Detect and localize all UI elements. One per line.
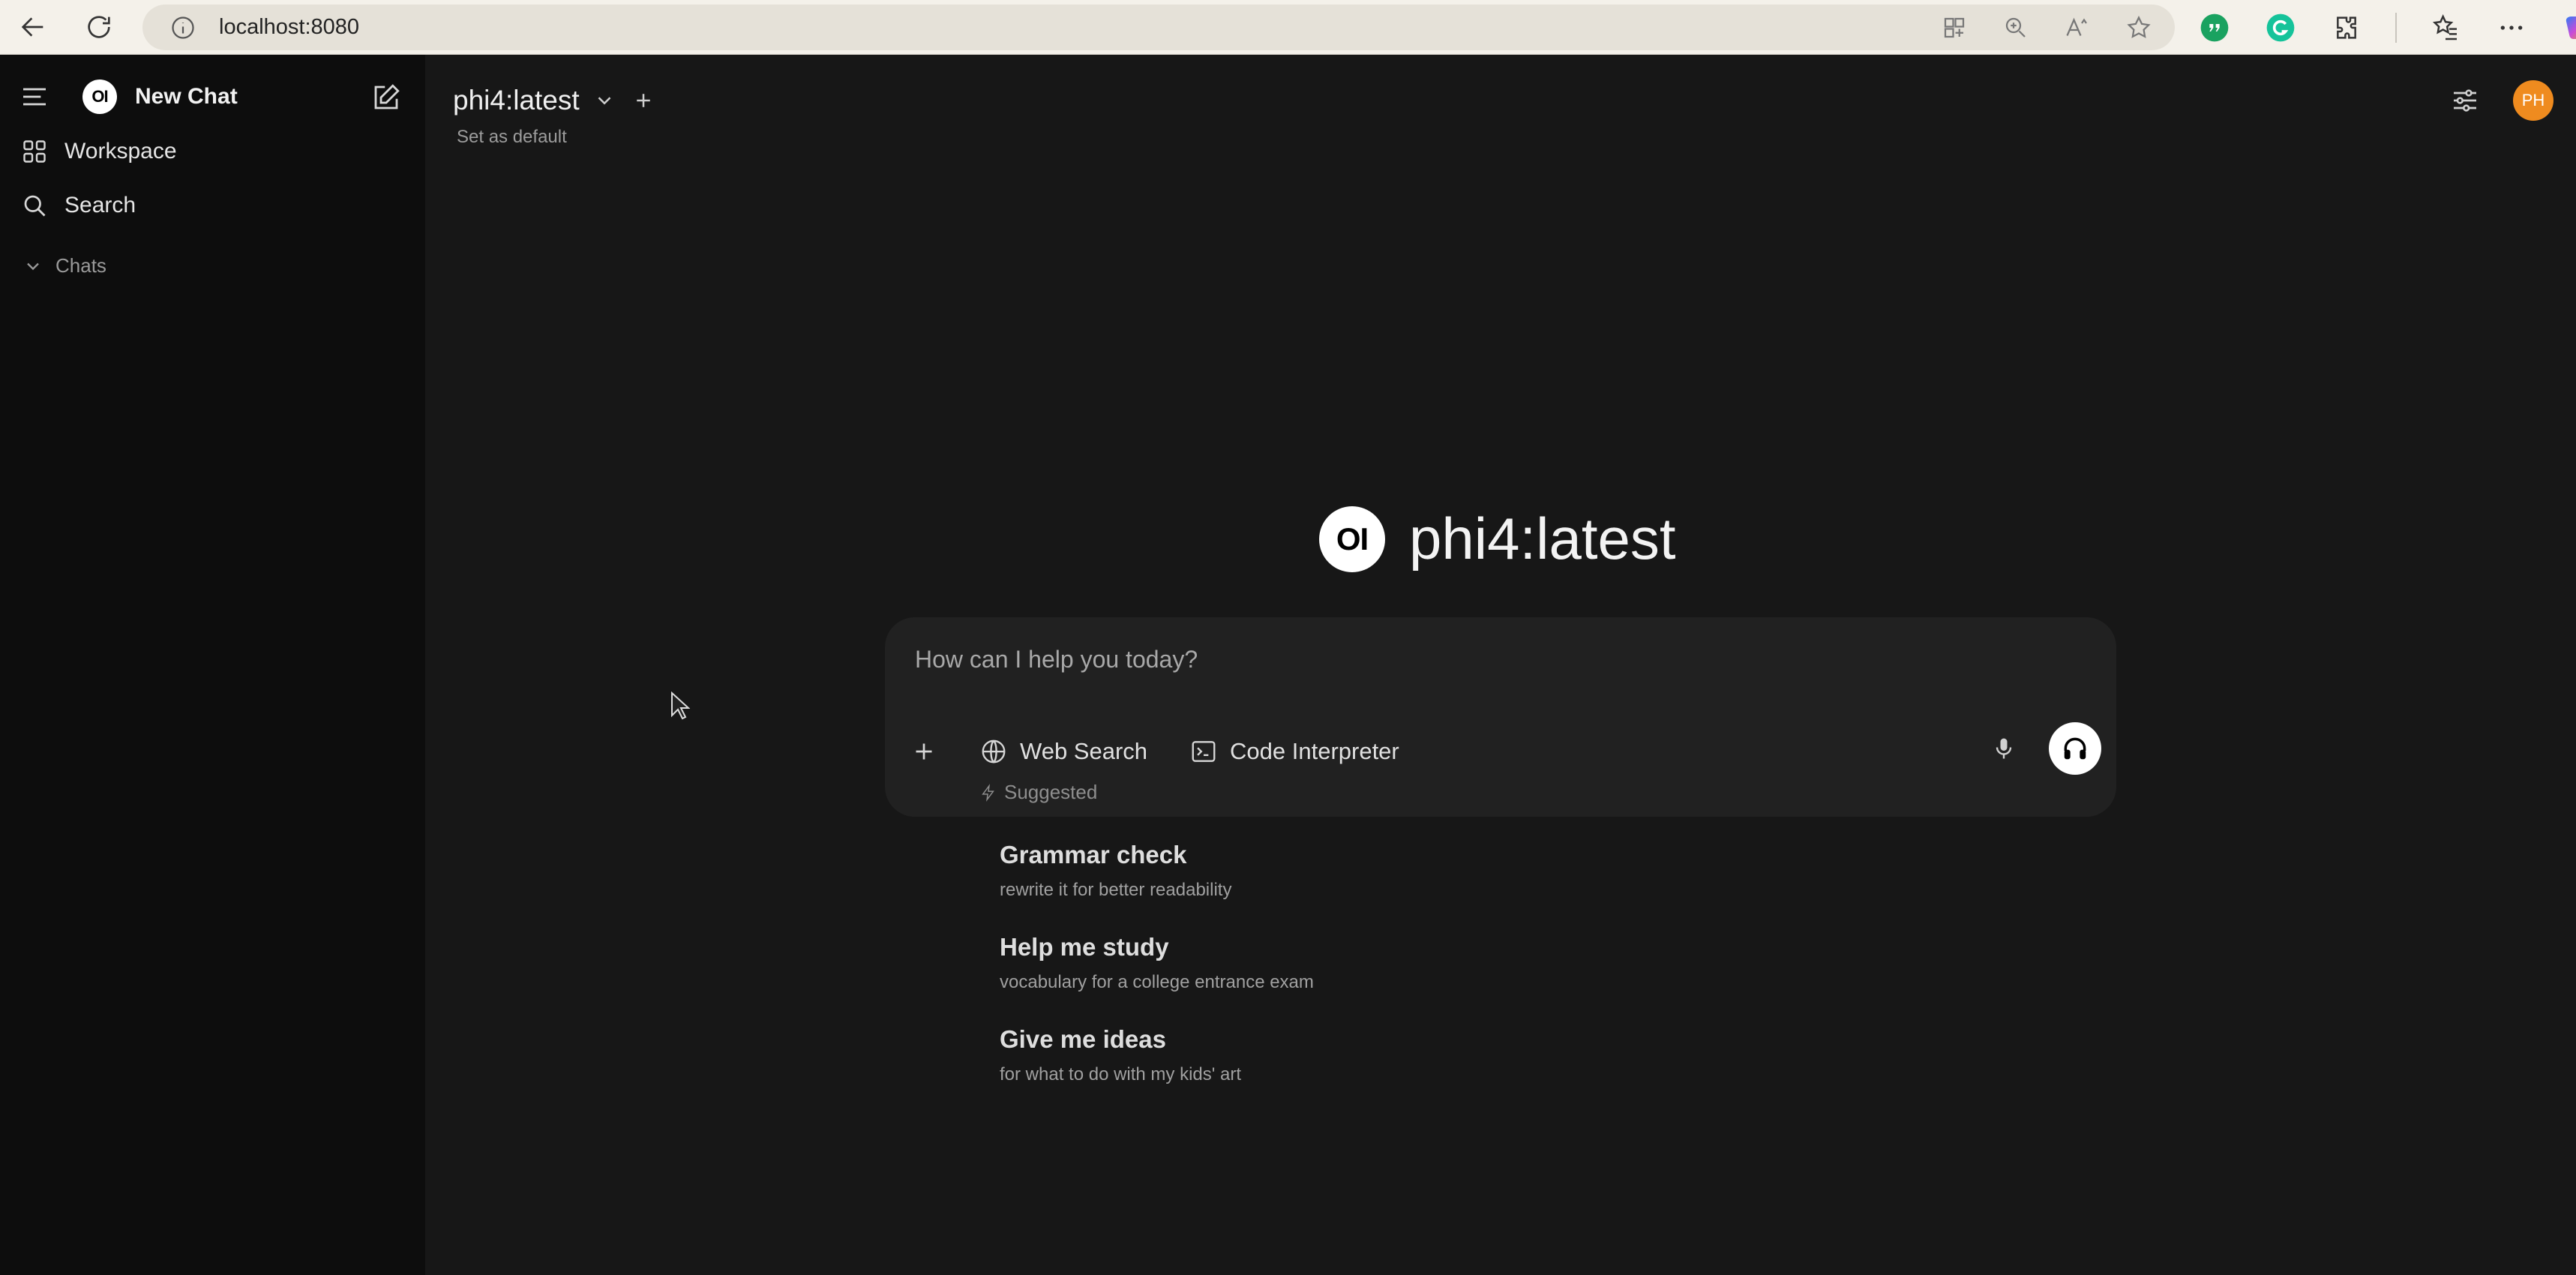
composer-tools: Web Search Code Interpreter [910,737,1441,766]
suggestion-title: Grammar check [1000,841,1187,868]
plus-icon [916,743,932,760]
add-model-icon[interactable] [632,89,655,112]
code-interpreter-button[interactable]: Code Interpreter [1189,737,1399,766]
read-aloud-icon[interactable] [2064,14,2091,41]
sidebar-item-search[interactable]: Search [21,192,136,219]
web-search-button[interactable]: Web Search [979,737,1147,766]
suggestion-item[interactable]: Give me ideas for what to do with my kid… [1000,1025,1675,1085]
suggested-heading: Suggested [980,781,1097,804]
suggestion-title: Give me ideas [1000,1025,1166,1053]
address-bar[interactable]: localhost:8080 [142,4,2175,50]
chats-section-toggle[interactable]: Chats [22,254,106,278]
headphones-icon [2064,737,2086,760]
extensions-puzzle-icon[interactable] [2329,10,2364,45]
hero-model-name: phi4:latest [1409,506,1676,572]
attach-button[interactable] [910,738,937,765]
user-avatar[interactable]: PH [2513,80,2554,121]
openwebui-logo: OI [82,80,117,114]
menu-icon [23,88,46,106]
sidebar: OI New Chat Workspace Search Chats [0,55,425,1275]
suggestion-subtitle: vocabulary for a college entrance exam [1000,972,1314,992]
new-chat-label: New Chat [135,84,238,109]
lightning-icon [982,783,994,802]
web-search-label: Web Search [1020,738,1148,764]
main-panel: phi4:latest Set as default PH OI phi4:la… [425,55,2576,1275]
composer-voice-actions [1990,722,2101,775]
site-info-icon[interactable] [169,14,196,41]
search-icon [24,195,46,217]
more-options-icon[interactable] [2494,10,2529,45]
workspace-grid-icon [23,140,46,163]
url-text[interactable]: localhost:8080 [219,15,359,40]
app-available-icon[interactable] [1941,14,1968,41]
sidebar-item-workspace[interactable]: Workspace [21,138,177,165]
chevron-down-icon[interactable] [593,89,616,112]
model-selector[interactable]: phi4:latest [453,85,655,116]
reload-icon[interactable] [75,3,123,51]
browser-toolbar: localhost:8080 [0,0,2576,55]
set-as-default-link[interactable]: Set as default [457,127,567,148]
message-input[interactable]: How can I help you today? [915,646,1198,674]
suggested-section: Suggested Grammar check rewrite it for b… [980,781,1314,1084]
suggestion-title: Help me study [1000,933,1169,961]
code-interpreter-label: Code Interpreter [1230,738,1399,764]
sidebar-toggle-button[interactable] [19,82,49,112]
suggestion-item[interactable]: Grammar check rewrite it for better read… [1000,841,1675,901]
chats-label: Chats [55,254,106,277]
model-hero: OI phi4:latest [1319,505,1676,573]
favorite-star-icon[interactable] [2125,14,2152,41]
header-actions: PH [2450,80,2554,121]
zoom-icon[interactable] [2002,14,2029,41]
grammarly-icon[interactable] [2263,10,2298,45]
microphone-icon[interactable] [1990,734,2017,764]
suggested-heading-label: Suggested [1004,781,1098,803]
workspace-label: Workspace [64,139,177,164]
back-icon[interactable] [9,3,57,51]
toolbar-divider [2395,12,2397,43]
terminal-icon [1192,741,1216,762]
mouse-cursor-icon [671,692,690,720]
extensions-bar [2197,4,2576,50]
hero-model-logo: OI [1319,506,1385,572]
globe-icon [982,740,1006,764]
suggestion-item[interactable]: Help me study vocabulary for a college e… [1000,933,1675,993]
new-chat-button[interactable] [370,82,402,113]
pencil-square-icon [374,84,400,110]
suggestion-subtitle: for what to do with my kids' art [1000,1064,1242,1084]
quote-extension-icon[interactable] [2197,10,2232,45]
suggestion-subtitle: rewrite it for better readability [1000,880,1232,900]
new-chat-link[interactable]: OI New Chat [82,80,238,114]
favorites-icon[interactable] [2428,10,2463,45]
search-label: Search [64,193,136,218]
copilot-icon[interactable] [2560,10,2576,45]
model-name[interactable]: phi4:latest [453,85,580,116]
voice-mode-button[interactable] [2049,722,2101,775]
chevron-down-icon [27,262,39,270]
controls-sliders-icon[interactable] [2450,86,2480,116]
